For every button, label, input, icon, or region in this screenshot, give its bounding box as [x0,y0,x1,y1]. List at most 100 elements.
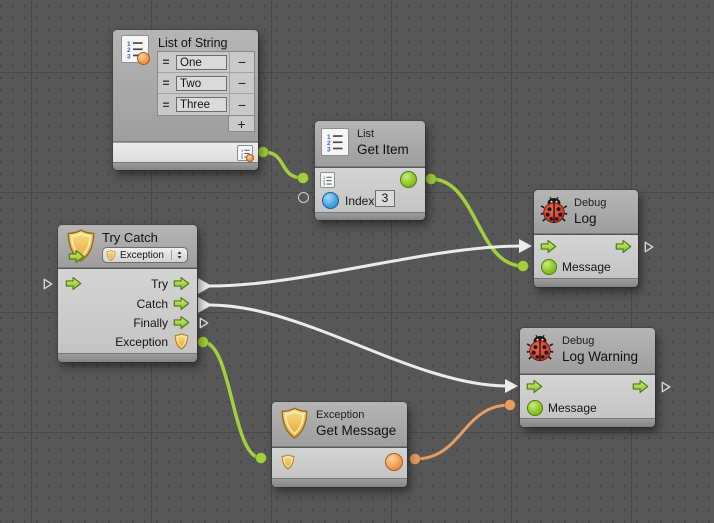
node-list-get-item[interactable]: List Get Item Index 3 [315,121,425,220]
try-label: Try [151,277,168,291]
node-header: Debug Log [534,190,638,234]
wire-endpoint-dot[interactable] [426,174,437,185]
node-body: Message [534,235,638,278]
drag-handle[interactable]: = [158,55,174,69]
exception-type-dropdown[interactable]: Exception [102,247,188,263]
wire-endpoint-dot[interactable] [258,147,269,158]
node-footer-bar [113,162,258,170]
list-item-row: = Two − [158,73,254,94]
exception-output-port[interactable] [174,333,189,350]
flow-arrow-icon [68,249,85,264]
wire-trycatch-catch-to-logwarning[interactable] [210,305,508,386]
finally-label: Finally [133,316,168,330]
try-output-port[interactable] [173,276,190,291]
node-title: List of String [158,36,227,50]
node-footer-bar [534,278,638,287]
enter-input-port[interactable] [65,276,82,291]
drag-handle[interactable]: = [158,76,174,90]
remove-item-button[interactable]: − [229,94,254,115]
node-header: List Get Item [315,121,425,167]
wire-cap[interactable] [198,297,212,313]
remove-item-button[interactable]: − [229,73,254,93]
list-icon [321,128,349,156]
list-input-port[interactable] [320,172,335,188]
wire-cap[interactable] [198,278,212,294]
unconnected-finally-triangle[interactable] [199,317,209,329]
node-exception-get-message[interactable]: Exception Get Message [272,402,407,487]
catch-label: Catch [137,297,168,311]
wire-cap[interactable] [519,239,532,253]
node-body [272,448,407,478]
ladybug-icon [526,334,554,362]
wire-trycatch-try-to-log[interactable] [210,246,522,286]
node-title: Log [574,211,597,226]
unconnected-exit-triangle[interactable] [644,241,654,253]
node-title: Try Catch [102,230,158,245]
wire-endpoint-dot[interactable] [256,453,267,464]
wire-endpoint-dot[interactable] [198,337,209,348]
message-label: Message [548,401,597,415]
message-output-port[interactable] [385,453,403,471]
literal-orange-dot-icon [137,52,150,65]
unconnected-input-triangle[interactable] [43,278,53,290]
wire-getmessage-out-to-logwarning-message[interactable] [415,405,510,459]
wire-endpoint-dot[interactable] [505,400,516,411]
message-input-port[interactable] [541,259,557,275]
list-items-panel: = One − = Two − = Three − [157,51,255,116]
wire-list-out-to-getitem-in[interactable] [263,152,303,178]
node-header: Debug Log Warning [520,328,655,374]
node-header: Try Catch Exception [58,225,197,268]
wire-trycatch-exception-to-getmessage[interactable] [203,342,261,458]
remove-item-button[interactable]: − [229,52,254,72]
list-item-input-2[interactable]: Three [176,97,227,112]
wire-cap[interactable] [505,379,518,393]
unconnected-index-circle[interactable] [298,192,309,203]
enter-input-port[interactable] [526,379,543,394]
wire-endpoint-dot[interactable] [410,454,421,465]
node-title: Get Message [316,423,396,438]
message-input-port[interactable] [527,400,543,416]
graph-canvas[interactable]: List of String = One − = Two − = Three − [0,0,714,523]
node-try-catch[interactable]: Try Catch Exception Try Catch Finally Ex… [58,225,197,362]
output-port-row [113,142,258,162]
dropdown-divider [171,250,172,260]
ladybug-icon [540,196,568,224]
node-debug-log-warning[interactable]: Debug Log Warning Message [520,328,655,427]
exit-output-port[interactable] [615,239,632,254]
unconnected-exit-triangle[interactable] [661,381,671,393]
node-body: Index [315,168,425,212]
node-title: Log Warning [562,349,638,364]
finally-output-port[interactable] [173,315,190,330]
drag-handle[interactable]: = [158,98,174,112]
node-body: Message [520,375,655,418]
shield-icon [106,250,116,261]
node-header: Exception Get Message [272,402,407,447]
node-debug-log[interactable]: Debug Log Message [534,190,638,287]
catch-output-port[interactable] [173,296,190,311]
wire-endpoint-dot[interactable] [298,173,309,184]
enter-input-port[interactable] [540,239,557,254]
exit-output-port[interactable] [632,379,649,394]
node-category: Debug [574,197,606,209]
add-item-button[interactable]: + [228,115,255,132]
literal-orange-dot-icon [246,154,254,162]
node-body: Try Catch Finally Exception [58,269,197,353]
index-input-port[interactable] [322,192,339,209]
list-item-input-1[interactable]: Two [176,76,227,91]
list-item-row: = One − [158,52,254,73]
message-label: Message [562,260,611,274]
dropdown-value: Exception [120,250,171,261]
list-output-port[interactable] [237,145,253,161]
node-footer-bar [520,418,655,427]
list-item-input-0[interactable]: One [176,55,227,70]
index-input-field[interactable]: 3 [375,190,395,207]
item-output-port[interactable] [400,171,417,188]
wire-getitem-out-to-log-message[interactable] [431,179,523,266]
exception-input-port[interactable] [281,454,295,470]
wire-endpoint-dot[interactable] [518,261,529,272]
updown-arrows-icon [175,250,184,260]
node-list-of-string[interactable]: List of String = One − = Two − = Three − [113,30,258,170]
shield-icon [280,407,309,439]
node-footer-bar [272,478,407,487]
node-header: List of String = One − = Two − = Three − [113,30,258,142]
